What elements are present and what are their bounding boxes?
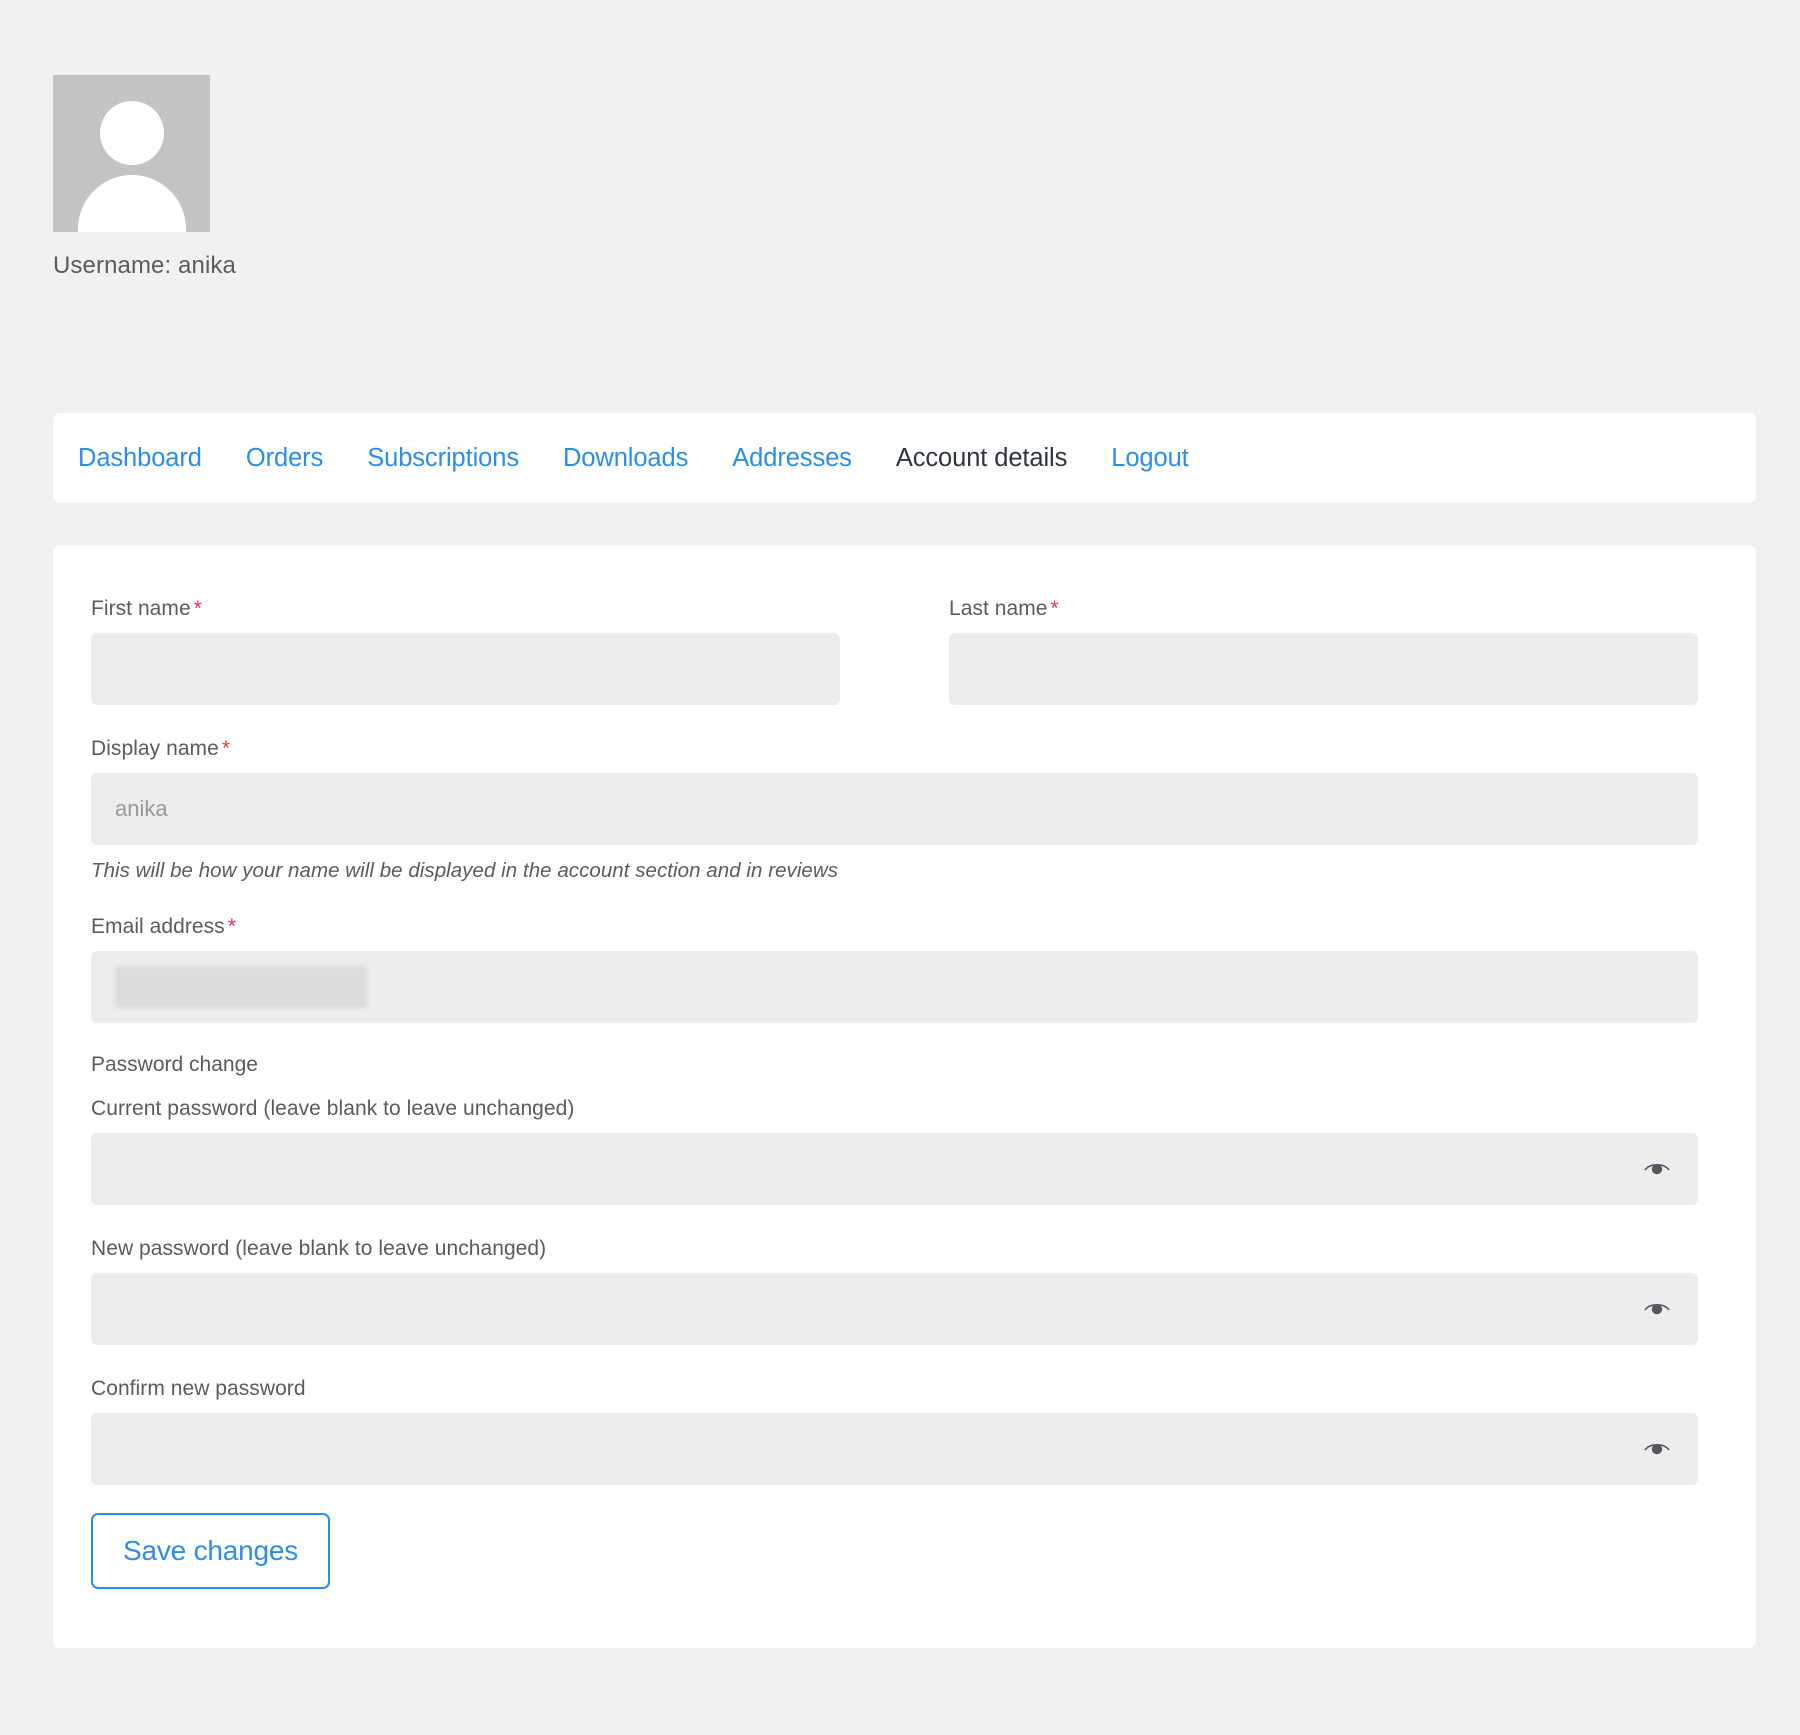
last-name-required-marker: * — [1050, 597, 1059, 620]
email-input[interactable] — [91, 951, 1698, 1023]
nav-item-orders[interactable]: Orders — [246, 444, 323, 473]
display-name-input[interactable] — [91, 773, 1698, 845]
new-password-wrapper — [91, 1273, 1698, 1345]
last-name-label-text: Last name — [949, 597, 1048, 620]
first-name-label: First name * — [91, 597, 840, 621]
eye-icon[interactable] — [1644, 1436, 1670, 1462]
display-name-label-text: Display name — [91, 737, 219, 760]
nav-item-logout[interactable]: Logout — [1111, 444, 1189, 473]
new-password-field-group: New password (leave blank to leave uncha… — [91, 1237, 1698, 1345]
nav-item-dashboard[interactable]: Dashboard — [78, 444, 202, 473]
avatar — [53, 75, 210, 232]
email-label: Email address * — [91, 915, 1698, 939]
nav-item-account-details[interactable]: Account details — [896, 444, 1068, 473]
account-details-form: First name* Last name* Display name* Thi… — [53, 545, 1756, 1648]
nav-item-subscriptions[interactable]: Subscriptions — [367, 444, 519, 473]
email-field-group: Email address * — [91, 915, 1698, 1023]
name-row: First name * Last name * — [91, 597, 1698, 705]
confirm-password-input[interactable] — [91, 1413, 1698, 1485]
first-name-required-marker: * — [193, 597, 202, 620]
last-name-field-group: Last name * — [949, 597, 1698, 705]
last-name-label: Last name * — [949, 597, 1698, 621]
first-name-label-text: First name — [91, 597, 191, 620]
email-redacted-value — [115, 966, 367, 1008]
eye-icon[interactable] — [1644, 1156, 1670, 1182]
display-name-field-group: Display name* This will be how your name… — [91, 737, 1698, 883]
current-password-wrapper — [91, 1133, 1698, 1205]
nav-item-addresses[interactable]: Addresses — [732, 444, 852, 473]
eye-icon[interactable] — [1644, 1296, 1670, 1322]
display-name-label: Display name * — [91, 737, 1698, 761]
current-password-input[interactable] — [91, 1133, 1698, 1205]
confirm-password-field-group: Confirm new password — [91, 1377, 1698, 1485]
current-password-field-group: Current password (leave blank to leave u… — [91, 1097, 1698, 1205]
email-label-text: Email address — [91, 915, 225, 938]
nav-item-downloads[interactable]: Downloads — [563, 444, 688, 473]
avatar-body-shape — [77, 175, 186, 232]
new-password-input[interactable] — [91, 1273, 1698, 1345]
username-label: Username: anika — [53, 252, 236, 279]
confirm-password-label: Confirm new password — [91, 1377, 306, 1400]
current-password-label: Current password (leave blank to leave u… — [91, 1097, 575, 1120]
display-name-help-text: This will be how your name will be displ… — [91, 859, 839, 882]
account-nav: Dashboard Orders Subscriptions Downloads… — [53, 413, 1756, 503]
password-change-heading: Password change — [91, 1053, 258, 1076]
new-password-label: New password (leave blank to leave uncha… — [91, 1237, 547, 1260]
save-changes-button[interactable]: Save changes — [91, 1513, 331, 1589]
first-name-field-group: First name * — [91, 597, 840, 705]
account-details-page: Username: anika Dashboard Orders Subscri… — [0, 0, 1800, 1735]
account-header: Username: anika — [53, 75, 653, 280]
display-name-required-marker: * — [221, 737, 231, 760]
last-name-input[interactable] — [949, 633, 1698, 705]
avatar-head-shape — [99, 101, 164, 165]
confirm-password-wrapper — [91, 1413, 1698, 1485]
email-required-marker: * — [227, 915, 236, 938]
first-name-input[interactable] — [91, 633, 840, 705]
